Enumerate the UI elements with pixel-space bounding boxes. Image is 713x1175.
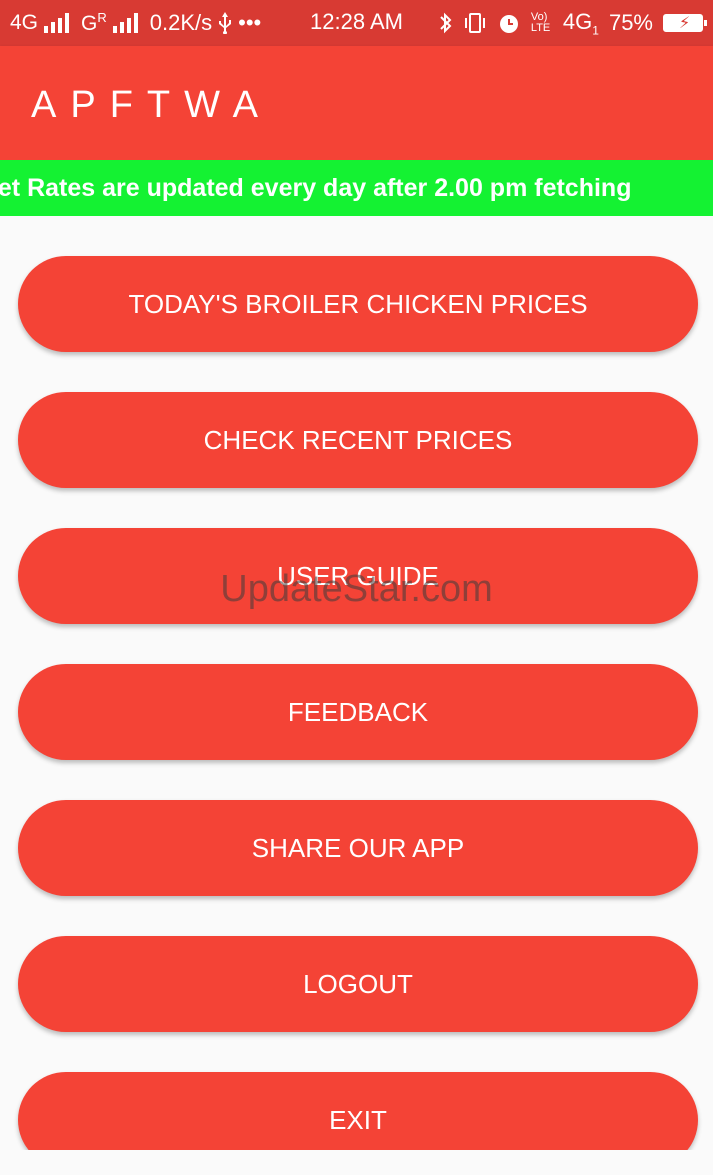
network-type-1: 4G (10, 11, 39, 34)
user-guide-button[interactable]: USER GUIDE (18, 528, 698, 624)
network-type-2: GR (81, 10, 107, 35)
signal-icon (44, 13, 70, 33)
network-type-3: 4G1 (562, 8, 599, 38)
marquee-text: ket Rates are updated every day after 2.… (0, 174, 632, 202)
logout-button[interactable]: LOGOUT (18, 936, 698, 1032)
check-recent-prices-button[interactable]: CHECK RECENT PRICES (18, 392, 698, 488)
more-notifications-icon: ••• (238, 10, 262, 35)
status-right: Vo) LTE 4G1 75% ⚡ (439, 8, 707, 38)
feedback-button[interactable]: FEEDBACK (18, 664, 698, 760)
todays-prices-button[interactable]: TODAY'S BROILER CHICKEN PRICES (18, 256, 698, 352)
battery-percent: 75% (608, 9, 653, 35)
status-bar: 4G GR 0.2K/s ••• 12:28 AM Vo) LTE 4G1 75… (0, 0, 713, 46)
volte-label: Vo) LTE (530, 10, 551, 34)
vibrate-icon (463, 12, 487, 34)
battery-charging-icon: ⚡ (663, 13, 707, 32)
announcement-marquee: ket Rates are updated every day after 2.… (0, 160, 713, 216)
status-left: 4G GR 0.2K/s ••• (10, 10, 261, 36)
app-bar: APFTWA (0, 46, 713, 160)
usb-icon (218, 12, 232, 34)
alarm-icon (497, 11, 521, 35)
bluetooth-icon (439, 11, 453, 35)
bottom-strip (0, 1150, 713, 1175)
network-speed: 0.2K/s (149, 10, 213, 35)
share-app-button[interactable]: SHARE OUR APP (18, 800, 698, 896)
signal-icon-2 (112, 13, 138, 33)
app-title: APFTWA (31, 84, 272, 126)
